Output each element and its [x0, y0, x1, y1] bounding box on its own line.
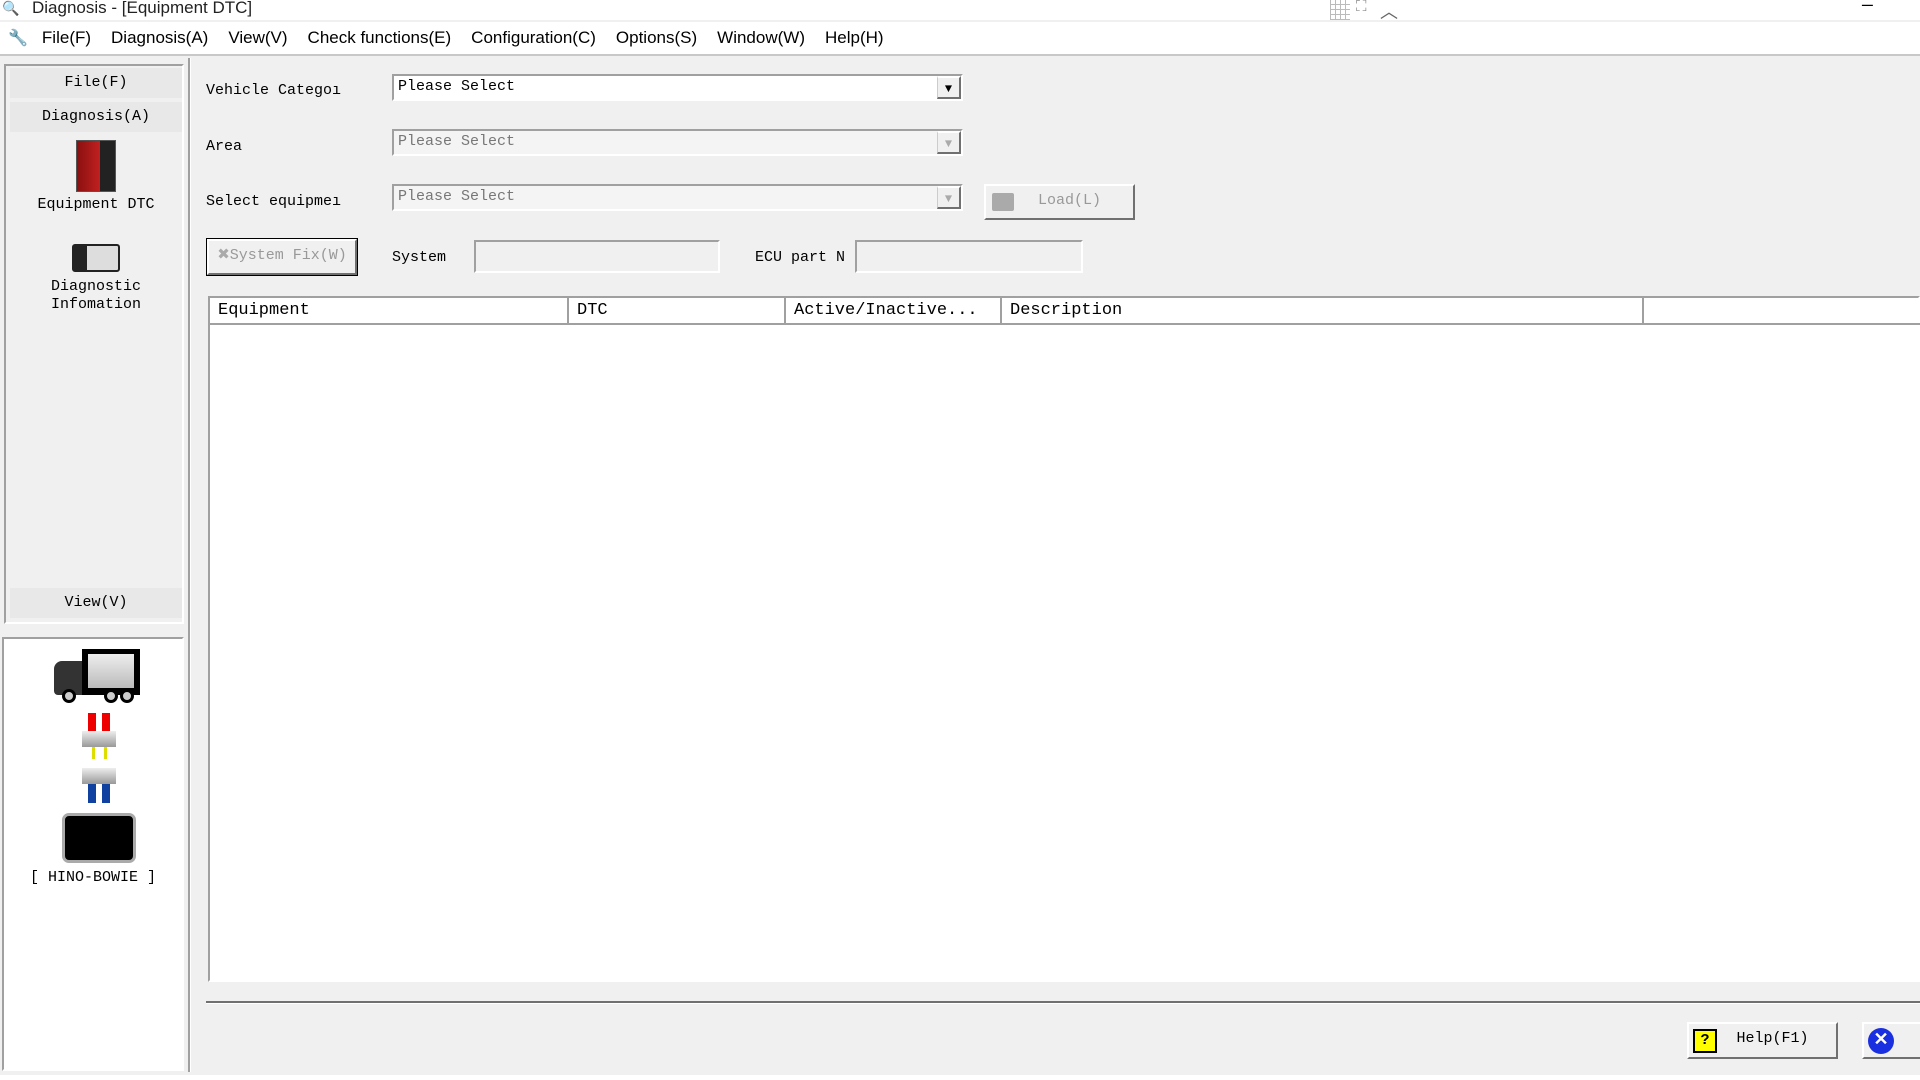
close-icon: ✕ [1868, 1028, 1894, 1054]
menu-check-functions[interactable]: Check functions(E) [308, 28, 452, 48]
menu-bar: 🔧 File(F) Diagnosis(A) View(V) Check fun… [0, 22, 1920, 56]
area-label: Area [206, 138, 243, 155]
menu-options[interactable]: Options(S) [616, 28, 697, 48]
ecu-part-field[interactable] [855, 240, 1083, 273]
chevron-down-icon[interactable]: ▼ [937, 131, 961, 154]
select-equipment-label: Select equipmeı [206, 193, 342, 210]
vehicle-category-select[interactable]: Please Select ▼ [392, 74, 963, 101]
diagnostic-info-icon [72, 244, 120, 272]
grid-icon[interactable] [1330, 0, 1350, 20]
column-active-inactive[interactable]: Active/Inactive... [786, 298, 1002, 325]
area-value: Please Select [398, 133, 516, 150]
vehicle-category-value: Please Select [398, 78, 516, 95]
menu-window[interactable]: Window(W) [717, 28, 805, 48]
main-divider [188, 58, 191, 1072]
menu-diagnosis[interactable]: Diagnosis(A) [111, 28, 208, 48]
column-dtc[interactable]: DTC [569, 298, 786, 325]
truck-icon [54, 649, 140, 703]
chevron-down-icon[interactable]: ▼ [937, 76, 961, 99]
app-menu-icon[interactable]: 🔧 [8, 28, 28, 48]
dtc-table[interactable]: Equipment DTC Active/Inactive... Descrip… [208, 296, 1920, 982]
help-button[interactable]: ? Help(F1) [1687, 1022, 1838, 1059]
navigation-panel: File(F) Diagnosis(A) Equipment DTC Diagn… [4, 64, 184, 624]
system-fix-button[interactable]: ✖System Fix(W) [206, 238, 358, 276]
load-button[interactable]: Load(L) [984, 184, 1135, 220]
equipment-dtc-icon [76, 140, 116, 192]
nav-file[interactable]: File(F) [10, 68, 182, 98]
footer-separator [206, 1001, 1920, 1004]
nav-item-label: Diagnostic Infomation [50, 278, 141, 313]
menu-file[interactable]: File(F) [42, 28, 91, 48]
select-equipment-select[interactable]: Please Select ▼ [392, 184, 963, 211]
nav-item-equipment-dtc[interactable]: Equipment DTC [10, 140, 182, 214]
window-title: Diagnosis - [Equipment DTC] [32, 0, 253, 17]
column-filler [1644, 298, 1920, 325]
area-select[interactable]: Please Select ▼ [392, 129, 963, 156]
nav-item-diagnostic-information[interactable]: Diagnostic Infomation [10, 244, 182, 314]
nav-item-label: Equipment DTC [37, 196, 155, 213]
close-button[interactable]: ✕ [1862, 1022, 1920, 1059]
column-description[interactable]: Description [1002, 298, 1644, 325]
chevron-up-icon[interactable]: ︿ [1380, 0, 1398, 24]
ecu-part-label: ECU part N [755, 249, 846, 266]
column-equipment[interactable]: Equipment [210, 298, 569, 325]
system-field[interactable] [474, 240, 720, 273]
fullscreen-icon[interactable]: ⛶ [1356, 0, 1367, 16]
app-icon: 🔍 [2, 2, 20, 18]
load-icon [992, 193, 1014, 211]
system-label: System [392, 249, 447, 266]
minimize-button[interactable]: — [1862, 0, 1873, 16]
nav-diagnosis[interactable]: Diagnosis(A) [10, 102, 182, 132]
device-icon [62, 813, 136, 863]
connection-label: [ HINO-BOWIE ] [29, 869, 157, 886]
connector-icon [82, 713, 118, 807]
menu-configuration[interactable]: Configuration(C) [471, 28, 596, 48]
select-equipment-value: Please Select [398, 188, 516, 205]
help-icon: ? [1693, 1029, 1717, 1053]
connection-panel: [ HINO-BOWIE ] [2, 637, 184, 1071]
chevron-down-icon[interactable]: ▼ [937, 186, 961, 209]
title-bar: 🔍 Diagnosis - [Equipment DTC] ⛶ ︿ — [0, 0, 1920, 24]
status-bar [0, 1075, 1920, 1080]
nav-view[interactable]: View(V) [10, 588, 182, 618]
vehicle-category-label: Vehicle Categoı [206, 82, 342, 99]
menu-view[interactable]: View(V) [228, 28, 287, 48]
menu-help[interactable]: Help(H) [825, 28, 884, 48]
wrench-icon: ✖ [217, 247, 230, 264]
